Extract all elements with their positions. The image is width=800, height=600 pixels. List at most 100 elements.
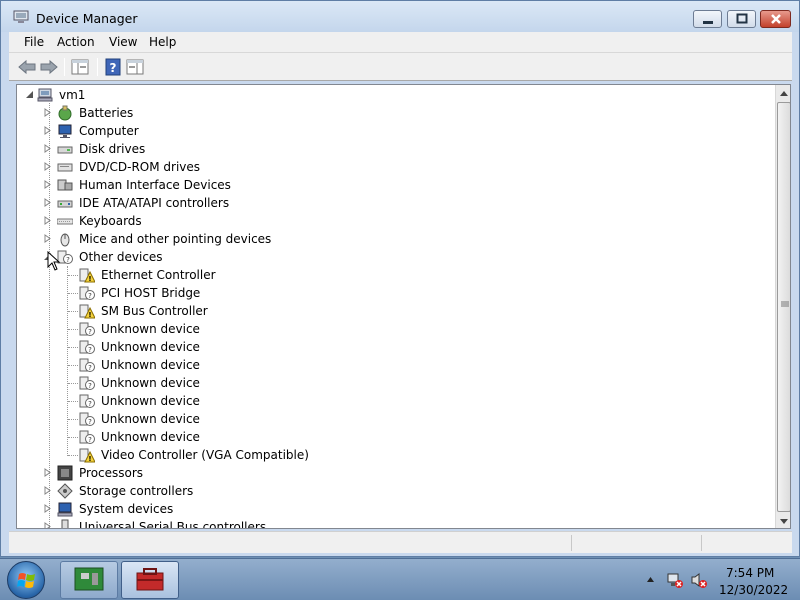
taskbar-app-device-manager[interactable] — [121, 561, 179, 599]
expand-arrow-icon[interactable] — [43, 198, 52, 207]
device-list-item[interactable]: ? Unknown device — [79, 320, 379, 338]
show-hidden-icons-icon[interactable] — [646, 575, 655, 583]
svg-text:!: ! — [88, 311, 91, 319]
mouse-cursor-icon — [47, 251, 61, 271]
dvd-drive-icon — [57, 163, 73, 172]
speaker-muted-icon[interactable] — [690, 571, 708, 589]
expand-arrow-icon[interactable] — [43, 180, 52, 189]
tree-item-keyboards[interactable]: Keyboards — [43, 212, 343, 230]
unknown-device-icon: ? — [79, 376, 95, 390]
expand-arrow-icon[interactable] — [43, 126, 52, 135]
scroll-up-arrow-icon[interactable] — [776, 85, 791, 102]
minimize-button[interactable] — [693, 10, 722, 28]
tree-item-batteries[interactable]: Batteries — [43, 104, 343, 122]
title-bar[interactable]: Device Manager — [1, 1, 799, 32]
device-label: Video Controller (VGA Compatible) — [101, 448, 309, 462]
expand-arrow-icon[interactable] — [43, 486, 52, 495]
tree-item-system-devices[interactable]: System devices — [43, 500, 343, 518]
tree-item-hid[interactable]: Human Interface Devices — [43, 176, 343, 194]
tree-label: Computer — [79, 124, 139, 138]
expand-arrow-icon[interactable] — [43, 144, 52, 153]
tree-label: Disk drives — [79, 142, 146, 156]
tree-item-ide-controllers[interactable]: IDE ATA/ATAPI controllers — [43, 194, 343, 212]
status-bar — [9, 531, 792, 553]
device-label: Unknown device — [101, 322, 200, 336]
close-button[interactable] — [760, 10, 791, 28]
ide-controller-icon — [57, 200, 73, 208]
device-warning-icon: ! — [79, 268, 95, 283]
show-hide-console-tree-icon[interactable] — [70, 57, 90, 77]
expand-arrow-icon[interactable] — [43, 522, 52, 529]
menu-action[interactable]: Action — [57, 35, 95, 49]
menu-view[interactable]: View — [109, 35, 137, 49]
tree-item-disk-drives[interactable]: Disk drives — [43, 140, 343, 158]
menu-file[interactable]: File — [24, 35, 44, 49]
clock-time[interactable]: 7:54 PM — [726, 566, 774, 580]
menu-help[interactable]: Help — [149, 35, 176, 49]
start-button[interactable] — [7, 561, 45, 599]
tree-label: System devices — [79, 502, 174, 516]
menu-bar: File Action View Help — [9, 32, 792, 53]
circuit-board-icon — [74, 567, 104, 591]
back-arrow-icon[interactable] — [17, 57, 37, 77]
device-list-item[interactable]: ! Video Controller (VGA Compatible) — [79, 446, 379, 464]
device-label: Unknown device — [101, 394, 200, 408]
computer-icon — [37, 88, 53, 102]
tree-label: Storage controllers — [79, 484, 194, 498]
taskbar-app-hardware[interactable] — [60, 561, 118, 599]
expand-arrow-icon[interactable] — [43, 468, 52, 477]
clock-date[interactable]: 12/30/2022 — [719, 583, 788, 597]
expand-arrow-icon[interactable] — [43, 504, 52, 513]
expand-arrow-icon[interactable] — [43, 108, 52, 117]
device-warning-icon: ! — [79, 304, 95, 319]
toolbar: ? — [9, 53, 792, 81]
tree-item-usb-controllers[interactable]: Universal Serial Bus controllers — [43, 518, 343, 529]
tree-root-vm1[interactable]: vm1 — [25, 86, 325, 104]
tree-item-computer[interactable]: Computer — [43, 122, 343, 140]
device-label: Unknown device — [101, 412, 200, 426]
device-list-item[interactable]: ! SM Bus Controller — [79, 302, 379, 320]
tree-label: Mice and other pointing devices — [79, 232, 272, 246]
collapse-arrow-icon[interactable] — [25, 90, 34, 99]
device-label: Ethernet Controller — [101, 268, 216, 282]
device-list-item[interactable]: ? Unknown device — [79, 374, 379, 392]
scroll-thumb[interactable] — [777, 102, 790, 512]
device-manager-icon — [13, 10, 29, 23]
device-warning-icon: ! — [79, 448, 95, 463]
unknown-device-icon: ? — [79, 358, 95, 372]
device-list-item[interactable]: ! Ethernet Controller — [79, 266, 379, 284]
forward-arrow-icon[interactable] — [39, 57, 59, 77]
properties-pane-icon[interactable] — [125, 57, 145, 77]
toolbox-icon — [136, 568, 164, 591]
help-icon[interactable]: ? — [103, 57, 123, 77]
device-list-item[interactable]: ? PCI HOST Bridge — [79, 284, 379, 302]
tree-item-mice[interactable]: Mice and other pointing devices — [43, 230, 343, 248]
unknown-device-icon: ? — [79, 412, 95, 426]
keyboard-icon — [57, 218, 73, 225]
network-error-icon[interactable] — [666, 571, 684, 589]
svg-text:?: ? — [88, 292, 92, 300]
expand-arrow-icon[interactable] — [43, 162, 52, 171]
device-list-item[interactable]: ? Unknown device — [79, 356, 379, 374]
device-list-item[interactable]: ? Unknown device — [79, 392, 379, 410]
tree-item-other-devices[interactable]: ? Other devices — [43, 248, 343, 266]
device-list-item[interactable]: ? Unknown device — [79, 338, 379, 356]
device-list-item[interactable]: ? Unknown device — [79, 428, 379, 446]
maximize-button[interactable] — [727, 10, 756, 28]
vertical-scrollbar[interactable] — [775, 85, 791, 529]
svg-text:?: ? — [88, 436, 92, 444]
scroll-down-arrow-icon[interactable] — [776, 513, 791, 529]
svg-text:?: ? — [66, 256, 70, 264]
tree-item-storage-controllers[interactable]: Storage controllers — [43, 482, 343, 500]
expand-arrow-icon[interactable] — [43, 216, 52, 225]
tree-root-label: vm1 — [59, 88, 86, 102]
svg-text:?: ? — [88, 418, 92, 426]
tree-item-processors[interactable]: Processors — [43, 464, 343, 482]
tree-item-dvd-drives[interactable]: DVD/CD-ROM drives — [43, 158, 343, 176]
device-tree[interactable]: vm1 Batteries Computer Disk drives DVD/C… — [16, 84, 791, 529]
unknown-device-icon: ? — [79, 394, 95, 408]
device-label: Unknown device — [101, 430, 200, 444]
expand-arrow-icon[interactable] — [43, 234, 52, 243]
svg-text:?: ? — [88, 364, 92, 372]
device-list-item[interactable]: ? Unknown device — [79, 410, 379, 428]
